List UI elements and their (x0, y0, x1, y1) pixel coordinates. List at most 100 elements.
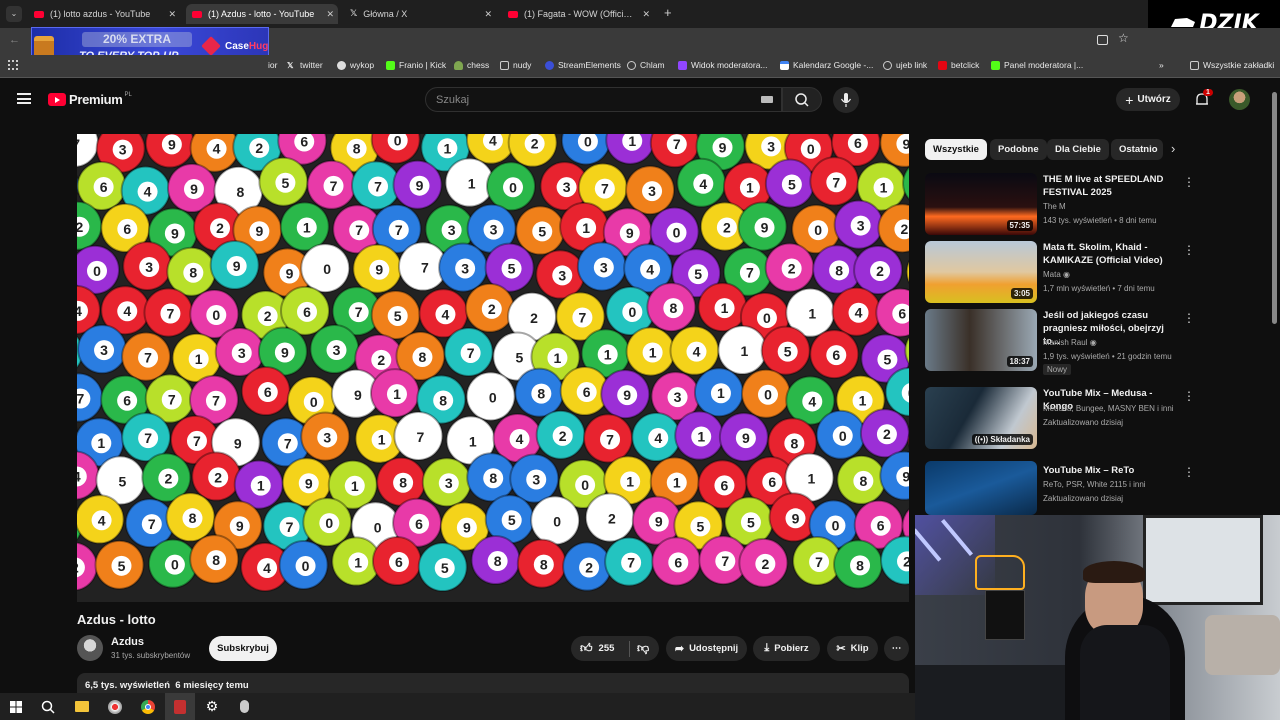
search-button[interactable] (782, 87, 822, 112)
svg-text:2: 2 (214, 469, 222, 485)
share-button[interactable]: ➦ Udostępnij (666, 636, 747, 661)
svg-text:2: 2 (77, 559, 79, 575)
new-tab-button[interactable]: + (664, 5, 672, 20)
obs-icon-active[interactable] (165, 693, 195, 720)
back-arrow-icon[interactable]: ← (9, 34, 20, 46)
recommendation-item[interactable]: 18:37 Jeśli od jakiegoś czasu pragniesz … (925, 309, 1215, 381)
bookmark-mod-view[interactable]: Widok moderatora... (678, 60, 768, 70)
bookmark-kick[interactable]: Franio | Kick (386, 60, 446, 70)
more-options-icon[interactable]: ⋮ (1183, 243, 1195, 257)
chip-recent[interactable]: Ostatnio (1111, 139, 1163, 160)
svg-text:4: 4 (442, 306, 450, 322)
twitch-icon (678, 60, 687, 70)
svg-text:6: 6 (100, 179, 108, 195)
bookmark-calendar[interactable]: Kalendarz Google -... (780, 60, 873, 70)
rec-meta: 143 tys. wyświetleń • 8 dni temu (1043, 216, 1157, 225)
keyboard-icon[interactable] (761, 96, 773, 103)
video-thumbnail: 3:05 (925, 241, 1037, 303)
download-button[interactable]: ⤓ Pobierz (753, 636, 820, 661)
recommendation-item[interactable]: 57:35 THE M live at SPEEDLAND FESTIVAL 2… (925, 173, 1215, 235)
search-input[interactable]: Szukaj (425, 87, 782, 112)
svg-text:4: 4 (646, 261, 654, 277)
svg-text:7: 7 (144, 430, 152, 446)
svg-text:3: 3 (648, 183, 656, 199)
all-bookmarks[interactable]: Wszystkie zakładki (1190, 60, 1274, 70)
chip-all[interactable]: Wszystkie (925, 139, 987, 160)
file-explorer-icon[interactable] (67, 693, 97, 720)
svg-text:7: 7 (673, 136, 681, 152)
svg-text:1: 1 (443, 140, 451, 156)
notifications-button[interactable]: 1 (1193, 89, 1213, 109)
chips-next-chevron-icon[interactable]: › (1171, 141, 1175, 156)
tab-list-chevron-icon[interactable]: ⌄ (6, 6, 22, 22)
recommendation-item[interactable]: 3:05 Mata ft. Skolim, Khaid - KAMIKAZE (… (925, 241, 1215, 303)
video-thumbnail: ((•)) Składanka (925, 387, 1037, 449)
bookmark-folder-nudy[interactable]: nudy (500, 60, 531, 70)
voice-search-button[interactable] (833, 87, 859, 113)
channel-name[interactable]: Azdus (111, 636, 144, 648)
more-options-icon[interactable]: ⋮ (1183, 389, 1195, 403)
svg-text:0: 0 (581, 477, 589, 493)
svg-text:7: 7 (355, 222, 363, 238)
bookmark-mod-panel[interactable]: Panel moderatora |... (991, 60, 1083, 70)
bookmark-twitter[interactable]: 𝕏twitter (287, 60, 323, 70)
svg-text:7: 7 (148, 516, 156, 532)
bookmark-chess[interactable]: chess (454, 60, 489, 70)
close-tab-icon[interactable]: ✕ (326, 9, 334, 20)
new-badge: Nowy (1043, 364, 1072, 375)
subscribe-button[interactable]: Subskrybuj (209, 636, 277, 661)
browser-tab[interactable]: (1) lotto azdus - YouTube ✕ (28, 4, 180, 24)
bookmark-item[interactable]: ior (268, 60, 277, 70)
windows-start-icon[interactable] (1, 693, 31, 720)
app-icon[interactable] (100, 693, 130, 720)
youtube-logo[interactable]: Premium PL (48, 92, 132, 107)
svg-text:7: 7 (212, 393, 220, 409)
more-options-icon[interactable]: ⋮ (1183, 465, 1195, 479)
bookmark-ujeb[interactable]: ujeb link (883, 60, 927, 70)
apps-grid-icon[interactable] (8, 60, 18, 70)
recommendation-item[interactable]: YouTube Mix – ReTo ReTo, PSR, White 2115… (925, 461, 1215, 515)
dislike-button[interactable]: 👎︎ (630, 641, 649, 656)
more-options-icon[interactable]: ⋮ (1183, 311, 1195, 325)
recommendation-item[interactable]: ((•)) Składanka YouTube Mix – Medusa - K… (925, 387, 1215, 449)
bookmarks-overflow-icon[interactable]: » (1159, 60, 1164, 70)
browser-tab[interactable]: (1) Fagata - WOW (Official Video✕ (502, 4, 654, 24)
svg-text:7: 7 (815, 554, 823, 570)
browser-tab[interactable]: 𝕏 Główna / X ✕ (344, 4, 496, 24)
browser-tab-active[interactable]: (1) Azdus - lotto - YouTube ✕ (186, 4, 338, 24)
chrome-icon[interactable] (133, 693, 163, 720)
settings-gear-icon[interactable]: ⚙ (197, 693, 227, 720)
more-options-icon[interactable]: ⋮ (1183, 175, 1195, 189)
like-button[interactable]: 👍︎ 255 (571, 641, 629, 656)
svg-text:5: 5 (538, 223, 546, 239)
more-actions-button[interactable]: ⋯ (884, 636, 909, 661)
bookmark-wykop[interactable]: wykop (337, 60, 374, 70)
install-app-icon[interactable] (1097, 35, 1108, 45)
svg-text:9: 9 (168, 136, 176, 152)
video-player[interactable]: 2 8 7 2 4 9 1 2 2 7 9 2 6 0 6 4 4 1 9 6 3 7 3 9 4 2 6 8 0 1 4 2 0 1 7 9 3 0 6 9… (77, 134, 909, 602)
create-button[interactable]: + Utwórz (1116, 88, 1180, 111)
chip-related[interactable]: Podobne (990, 139, 1047, 160)
bookmark-betclick[interactable]: betclick (938, 60, 979, 70)
channel-avatar[interactable] (77, 635, 103, 661)
avatar[interactable] (1229, 89, 1250, 110)
hamburger-menu-icon[interactable] (17, 93, 31, 104)
svg-text:1: 1 (469, 433, 477, 449)
search-icon[interactable] (33, 693, 63, 720)
svg-text:7: 7 (467, 345, 475, 361)
chip-for-you[interactable]: Dla Ciebie (1047, 139, 1109, 160)
bookmark-star-icon[interactable]: ☆ (1118, 31, 1129, 45)
svg-text:5: 5 (508, 261, 516, 277)
youtube-play-icon (48, 93, 66, 106)
bookmark-chlam[interactable]: Chlam (627, 60, 665, 70)
close-tab-icon[interactable]: ✕ (168, 9, 176, 20)
clip-button[interactable]: ✂ Klip (827, 636, 878, 661)
svg-text:9: 9 (623, 387, 631, 403)
close-tab-icon[interactable]: ✕ (484, 9, 492, 20)
bookmark-streamelements[interactable]: StreamElements (545, 60, 621, 70)
close-tab-icon[interactable]: ✕ (642, 9, 650, 20)
svg-text:2: 2 (876, 263, 884, 279)
svg-text:0: 0 (584, 134, 592, 149)
mouse-app-icon[interactable] (229, 693, 259, 720)
page-scrollbar[interactable] (1272, 92, 1277, 324)
